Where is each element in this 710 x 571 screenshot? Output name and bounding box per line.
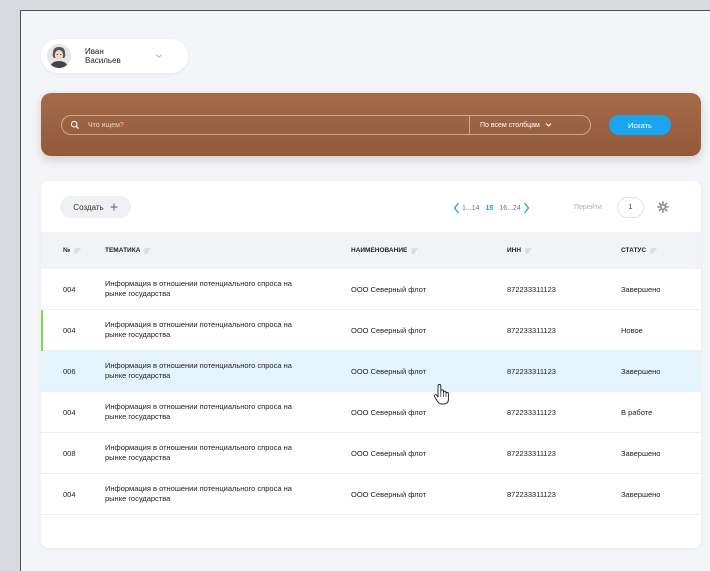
row-inn: 872233311123 <box>507 285 556 294</box>
search-button[interactable]: Искать <box>609 115 671 135</box>
create-button[interactable]: Создать <box>60 196 131 218</box>
search-icon <box>70 120 79 129</box>
gear-icon[interactable] <box>657 201 669 213</box>
user-last-name: Васильев <box>85 56 121 65</box>
row-number: 008 <box>63 449 76 458</box>
table-row[interactable]: 008 Информация в отношении потенциальног… <box>41 433 701 474</box>
create-button-label: Создать <box>73 202 104 212</box>
row-status: Завершено <box>621 367 661 376</box>
pagination-prev-range[interactable]: 1...14 <box>462 205 480 212</box>
row-name: ООО Северный флот <box>351 449 427 458</box>
column-scope-label: По всем столбцам <box>480 121 540 129</box>
user-menu[interactable]: Иван Васильев <box>41 39 188 73</box>
row-name: ООО Северный флот <box>351 326 427 335</box>
search-box: По всем столбцам <box>61 115 591 135</box>
table-row-hovered[interactable]: 006 Информация в отношении потенциальног… <box>41 351 701 392</box>
row-number: 004 <box>63 408 76 417</box>
row-status: Завершено <box>621 490 661 499</box>
row-status: Новое <box>621 326 643 335</box>
row-inn: 872233311123 <box>507 490 556 499</box>
row-number: 004 <box>63 285 76 294</box>
row-number: 004 <box>63 490 76 499</box>
sort-icon <box>650 248 657 253</box>
new-row-marker <box>41 310 43 351</box>
search-input[interactable] <box>88 118 458 132</box>
sort-icon <box>144 248 151 253</box>
row-status: Завершено <box>621 285 661 294</box>
pagination: 1...14 15 16...24 <box>453 201 530 215</box>
search-panel: По всем столбцам Искать <box>41 93 701 156</box>
row-number: 004 <box>63 326 76 335</box>
row-topic: Информация в отношении потенциального сп… <box>105 361 292 380</box>
table-row[interactable]: 004 Информация в отношении потенциальног… <box>41 310 701 351</box>
row-inn: 872233311123 <box>507 449 556 458</box>
column-header-topic[interactable]: ТЕМАТИКА <box>105 247 151 254</box>
records-card: Создать 1...14 15 16...24 Перейти 1 № ТЕ… <box>41 181 701 548</box>
row-name: ООО Северный флот <box>351 285 427 294</box>
row-inn: 872233311123 <box>507 326 556 335</box>
row-topic: Информация в отношении потенциального сп… <box>105 320 292 339</box>
sort-icon <box>411 248 418 253</box>
goto-page-label: Перейти <box>574 204 602 211</box>
column-header-status[interactable]: СТАТУС <box>621 247 657 254</box>
sort-icon <box>74 248 81 253</box>
chevron-down-icon <box>545 123 552 127</box>
table-header: № ТЕМАТИКА НАИМЕНОВАНИЕ ИНН СТАТУС <box>41 232 701 269</box>
chevron-right-icon[interactable] <box>523 202 530 214</box>
row-status: Завершено <box>621 449 661 458</box>
hand-pointer-icon <box>433 384 449 405</box>
row-inn: 872233311123 <box>507 367 556 376</box>
row-topic: Информация в отношении потенциального сп… <box>105 443 292 462</box>
row-name: ООО Северный флот <box>351 367 427 376</box>
pagination-next-range[interactable]: 16...24 <box>499 205 520 212</box>
pagination-current: 15 <box>485 204 494 212</box>
table-row[interactable]: 004 Информация в отношении потенциальног… <box>41 392 701 433</box>
row-topic: Информация в отношении потенциального сп… <box>105 484 292 503</box>
row-status: В работе <box>621 408 653 417</box>
table-row[interactable]: 004 Информация в отношении потенциальног… <box>41 269 701 310</box>
user-name: Иван Васильев <box>85 47 145 65</box>
column-header-inn[interactable]: ИНН <box>507 247 532 254</box>
person-portrait-icon <box>47 44 71 68</box>
row-name: ООО Северный флот <box>351 408 427 417</box>
sort-icon <box>525 248 532 253</box>
row-name: ООО Северный флот <box>351 490 427 499</box>
chevron-left-icon[interactable] <box>453 202 460 214</box>
row-topic: Информация в отношении потенциального сп… <box>105 402 292 421</box>
search-divider <box>469 116 470 134</box>
table-row[interactable]: 004 Информация в отношении потенциальног… <box>41 474 701 515</box>
chevron-down-icon[interactable] <box>155 52 163 60</box>
app-canvas: Иван Васильев По всем столбцам Искать <box>20 10 710 571</box>
goto-page-input[interactable]: 1 <box>617 197 644 218</box>
user-first-name: Иван <box>85 47 104 56</box>
row-topic: Информация в отношении потенциального сп… <box>105 279 292 298</box>
row-number: 006 <box>63 367 76 376</box>
column-header-name[interactable]: НАИМЕНОВАНИЕ <box>351 247 418 254</box>
column-header-number[interactable]: № <box>63 247 81 254</box>
row-inn: 872233311123 <box>507 408 556 417</box>
plus-icon <box>110 203 118 211</box>
column-scope-select[interactable]: По всем столбцам <box>480 118 552 132</box>
